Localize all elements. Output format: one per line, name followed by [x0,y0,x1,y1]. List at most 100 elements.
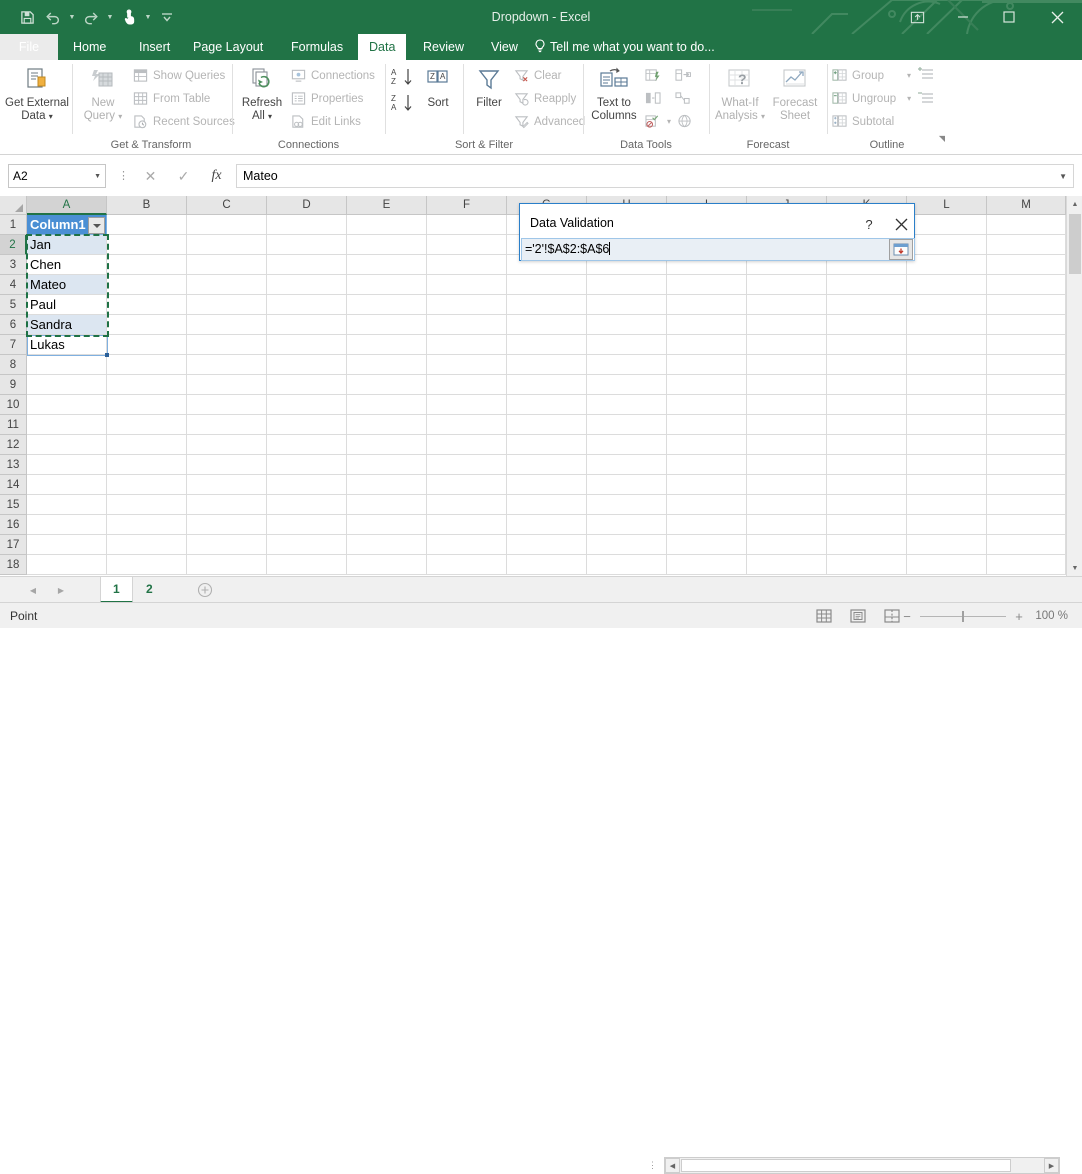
connections-button[interactable]: Connections [290,64,375,87]
cell-H4[interactable] [587,275,667,295]
cell-L11[interactable] [907,415,987,435]
cell-I8[interactable] [667,355,747,375]
cell-J6[interactable] [747,315,827,335]
name-box-dropdown-icon[interactable]: ▼ [94,173,101,180]
tab-split-grip[interactable]: ⋮ [648,1161,657,1170]
cell-G13[interactable] [507,455,587,475]
cell-A8[interactable] [27,355,107,375]
row-header-18[interactable]: 18 [0,555,27,575]
cell-D18[interactable] [267,555,347,575]
sort-button[interactable]: ZA Sort [417,60,459,110]
cell-F5[interactable] [427,295,507,315]
cell-E15[interactable] [347,495,427,515]
cell-A6[interactable]: Sandra [27,315,107,335]
cell-K16[interactable] [827,515,907,535]
row-header-7[interactable]: 7 [0,335,27,355]
cell-M14[interactable] [987,475,1066,495]
cell-J18[interactable] [747,555,827,575]
cell-C4[interactable] [187,275,267,295]
cell-M7[interactable] [987,335,1066,355]
col-header-C[interactable]: C [187,196,267,215]
cell-K15[interactable] [827,495,907,515]
cell-K10[interactable] [827,395,907,415]
cell-E5[interactable] [347,295,427,315]
sheet-tab-1[interactable]: 1 [100,577,133,603]
cell-L10[interactable] [907,395,987,415]
cell-K14[interactable] [827,475,907,495]
cell-A12[interactable] [27,435,107,455]
cell-M6[interactable] [987,315,1066,335]
cell-H9[interactable] [587,375,667,395]
advanced-filter-button[interactable]: Advanced [513,110,585,133]
close-icon[interactable] [1032,0,1082,34]
cell-I16[interactable] [667,515,747,535]
col-header-F[interactable]: F [427,196,507,215]
cell-E13[interactable] [347,455,427,475]
cell-G11[interactable] [507,415,587,435]
cell-G7[interactable] [507,335,587,355]
cell-D14[interactable] [267,475,347,495]
cell-D1[interactable] [267,215,347,235]
name-box[interactable]: A2 ▼ [8,164,106,188]
collapse-dialog-icon[interactable] [889,239,913,260]
scroll-up-icon[interactable]: ▲ [1067,196,1082,212]
cell-M17[interactable] [987,535,1066,555]
forecast-sheet-button[interactable]: Forecast Sheet [769,60,821,123]
data-validation-group-button[interactable]: ▾ [645,110,693,133]
cell-A17[interactable] [27,535,107,555]
reapply-button[interactable]: Reapply [513,87,585,110]
tab-insert[interactable]: Insert [128,34,181,60]
next-sheet-icon[interactable]: ▶ [52,581,70,599]
edit-links-button[interactable]: Edit Links [290,110,375,133]
row-header-5[interactable]: 5 [0,295,27,315]
cell-F1[interactable] [427,215,507,235]
cell-L2[interactable] [907,235,987,255]
cell-E11[interactable] [347,415,427,435]
col-header-E[interactable]: E [347,196,427,215]
cell-M4[interactable] [987,275,1066,295]
cell-L17[interactable] [907,535,987,555]
cell-E17[interactable] [347,535,427,555]
cell-L14[interactable] [907,475,987,495]
cell-C3[interactable] [187,255,267,275]
cell-H5[interactable] [587,295,667,315]
cell-C13[interactable] [187,455,267,475]
cell-H14[interactable] [587,475,667,495]
cell-E14[interactable] [347,475,427,495]
dialog-help-button[interactable]: ? [856,213,882,235]
tab-formulas[interactable]: Formulas [280,34,354,60]
cell-L6[interactable] [907,315,987,335]
cell-M15[interactable] [987,495,1066,515]
cell-H16[interactable] [587,515,667,535]
cell-B4[interactable] [107,275,187,295]
select-all-corner[interactable] [0,196,27,215]
maximize-icon[interactable] [986,0,1032,34]
cell-D2[interactable] [267,235,347,255]
cell-K8[interactable] [827,355,907,375]
cell-L15[interactable] [907,495,987,515]
cell-C14[interactable] [187,475,267,495]
cell-F18[interactable] [427,555,507,575]
col-header-L[interactable]: L [907,196,987,215]
cell-D5[interactable] [267,295,347,315]
cell-H6[interactable] [587,315,667,335]
cell-M10[interactable] [987,395,1066,415]
cell-D7[interactable] [267,335,347,355]
cell-D3[interactable] [267,255,347,275]
cell-L7[interactable] [907,335,987,355]
expand-formula-bar-icon[interactable]: ▼ [1059,172,1067,181]
filter-dropdown-icon[interactable] [88,217,105,234]
cell-I17[interactable] [667,535,747,555]
show-queries-button[interactable]: Show Queries [132,64,235,87]
properties-button[interactable]: Properties [290,87,375,110]
cell-G15[interactable] [507,495,587,515]
prev-sheet-icon[interactable]: ◀ [24,581,42,599]
cell-I10[interactable] [667,395,747,415]
cell-B8[interactable] [107,355,187,375]
cell-E10[interactable] [347,395,427,415]
col-header-B[interactable]: B [107,196,187,215]
cell-I5[interactable] [667,295,747,315]
zoom-in-button[interactable]: + [1013,609,1025,624]
cell-G8[interactable] [507,355,587,375]
cell-L1[interactable] [907,215,987,235]
